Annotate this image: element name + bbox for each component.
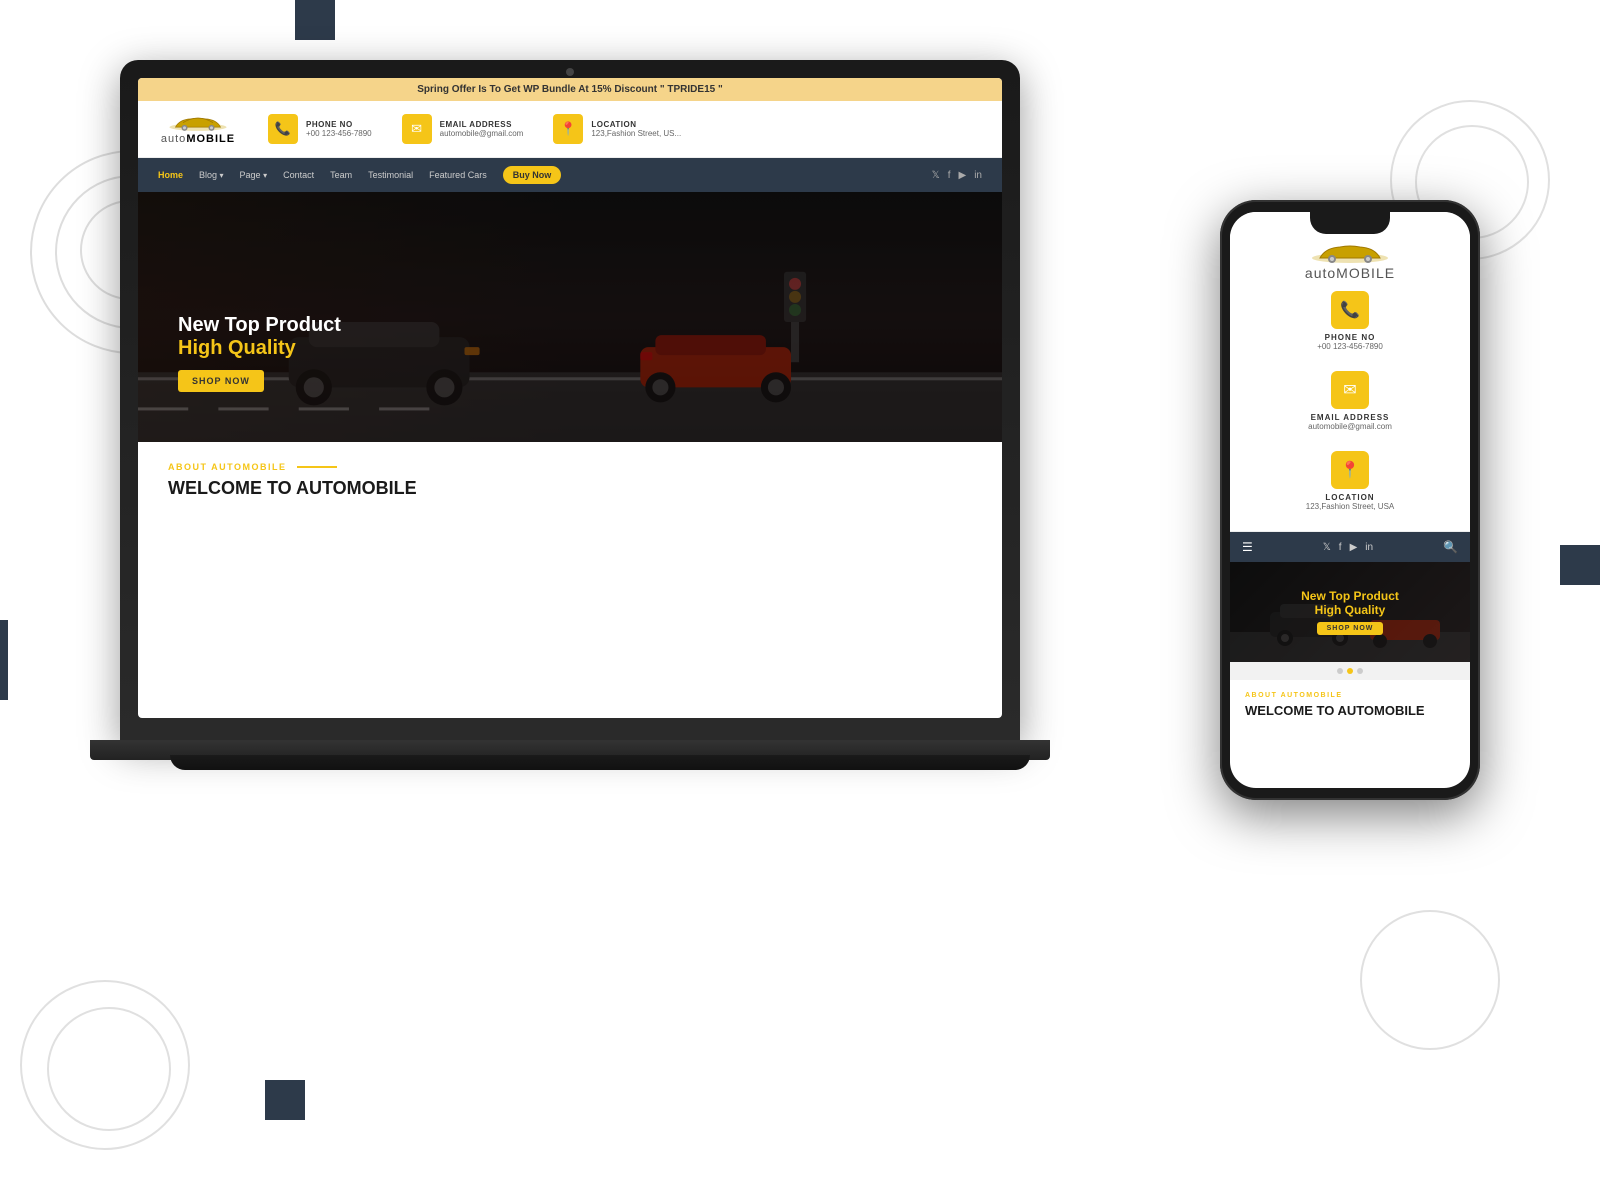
- phone-hero-title: New Top Product High Quality: [1301, 589, 1399, 617]
- email-value: automobile@gmail.com: [440, 129, 524, 138]
- phone-linkedin-icon[interactable]: in: [1365, 542, 1373, 553]
- twitter-icon[interactable]: 𝕏: [932, 170, 940, 181]
- phone-location-label: LOCATION: [1325, 493, 1374, 502]
- email-icon-box: ✉: [402, 114, 432, 144]
- logo-car-icon: [168, 113, 228, 133]
- phone-email-label: EMAIL ADDRESS: [1311, 413, 1390, 422]
- phone-icon-box: 📞: [268, 114, 298, 144]
- carousel-dot-1[interactable]: [1337, 668, 1343, 674]
- hero-shop-button[interactable]: SHOP NOW: [178, 370, 264, 392]
- phone-contact-text: PHONE NO +00 123-456-7890: [306, 120, 372, 138]
- phone-facebook-icon[interactable]: f: [1339, 542, 1342, 553]
- phone-email-value: automobile@gmail.com: [1308, 422, 1392, 431]
- phone-email-contact: ✉ EMAIL ADDRESS automobile@gmail.com: [1308, 361, 1392, 441]
- circle-group-4: [1360, 910, 1500, 1050]
- laptop-navigation: Home Blog ▾ Page ▾ Contact Team Testimon…: [138, 158, 1002, 192]
- hero-title-line2: High Quality: [178, 337, 341, 360]
- laptop-hero-content: New Top Product High Quality SHOP NOW: [178, 314, 341, 392]
- hero-title-highlight: Quality: [228, 337, 296, 359]
- phone-screen: autoMOBILE 📞 PHONE NO +00 123-456-7890 ✉…: [1230, 212, 1470, 788]
- phone-navigation-bar: ☰ 𝕏 f ▶ in 🔍: [1230, 532, 1470, 562]
- phone-phone-value: +00 123-456-7890: [1317, 342, 1383, 351]
- bg-square-3: [265, 1080, 305, 1120]
- location-contact-text: LOCATION 123,Fashion Street, US...: [591, 120, 681, 138]
- phone-notch: [1310, 212, 1390, 234]
- phone-about-section: ABOUT AUTOMOBILE WELCOME TO AUTOMOBILE: [1230, 680, 1470, 730]
- hamburger-menu-icon[interactable]: ☰: [1242, 540, 1253, 554]
- phone-body: autoMOBILE 📞 PHONE NO +00 123-456-7890 ✉…: [1220, 200, 1480, 800]
- laptop-screen: Spring Offer Is To Get WP Bundle At 15% …: [138, 78, 1002, 718]
- laptop-header: autoMOBILE 📞 PHONE NO +00 123-456-7890 ✉…: [138, 101, 1002, 158]
- phone-phone-contact: 📞 PHONE NO +00 123-456-7890: [1317, 281, 1383, 361]
- phone-carousel-dots: [1230, 662, 1470, 680]
- laptop-phone-contact: 📞 PHONE NO +00 123-456-7890: [268, 114, 372, 144]
- nav-contact[interactable]: Contact: [283, 170, 314, 180]
- promo-bar: Spring Offer Is To Get WP Bundle At 15% …: [138, 78, 1002, 101]
- laptop-hinge: [170, 755, 1030, 770]
- email-label: EMAIL ADDRESS: [440, 120, 524, 129]
- hero-title-line1: New Top Product: [178, 314, 341, 337]
- phone-device: autoMOBILE 📞 PHONE NO +00 123-456-7890 ✉…: [1220, 200, 1480, 800]
- phone-logo-text: autoMOBILE: [1305, 265, 1395, 281]
- location-value: 123,Fashion Street, US...: [591, 129, 681, 138]
- laptop-about-section: ABOUT AUTOMOBILE WELCOME TO AUTOMOBILE: [138, 442, 1002, 519]
- laptop-logo-text: autoMOBILE: [161, 133, 235, 145]
- laptop-email-contact: ✉ EMAIL ADDRESS automobile@gmail.com: [402, 114, 524, 144]
- phone-logo-section: autoMOBILE 📞 PHONE NO +00 123-456-7890 ✉…: [1230, 212, 1470, 532]
- linkedin-icon[interactable]: in: [974, 170, 982, 181]
- phone-email-icon: ✉: [1331, 371, 1369, 409]
- carousel-dot-2[interactable]: [1347, 668, 1353, 674]
- youtube-icon[interactable]: ▶: [959, 170, 967, 181]
- phone-hero-section: New Top Product High Quality SHOP NOW: [1230, 562, 1470, 662]
- nav-testimonial[interactable]: Testimonial: [368, 170, 413, 180]
- phone-value: +00 123-456-7890: [306, 129, 372, 138]
- phone-location-contact: 📍 LOCATION 123,Fashion Street, USA: [1306, 441, 1395, 521]
- phone-about-label: ABOUT AUTOMOBILE: [1245, 692, 1455, 699]
- location-icon-box: 📍: [553, 114, 583, 144]
- email-contact-text: EMAIL ADDRESS automobile@gmail.com: [440, 120, 524, 138]
- nav-blog[interactable]: Blog ▾: [199, 170, 224, 180]
- location-label: LOCATION: [591, 120, 681, 129]
- nav-buy-button[interactable]: Buy Now: [503, 166, 562, 184]
- nav-featured-cars[interactable]: Featured Cars: [429, 170, 487, 180]
- laptop-device: Spring Offer Is To Get WP Bundle At 15% …: [120, 60, 1020, 820]
- about-divider: [297, 466, 337, 468]
- promo-text: Spring Offer Is To Get WP Bundle At 15% …: [417, 84, 722, 95]
- phone-label: PHONE NO: [306, 120, 372, 129]
- circle-group-3: [20, 980, 190, 1150]
- phone-logo-car-icon: [1310, 240, 1390, 265]
- nav-page[interactable]: Page ▾: [240, 170, 268, 180]
- phone-youtube-icon[interactable]: ▶: [1350, 542, 1358, 553]
- bg-square-2: [1560, 545, 1600, 585]
- laptop-about-title: WELCOME TO AUTOMOBILE: [168, 478, 972, 499]
- phone-location-icon: 📍: [1331, 451, 1369, 489]
- phone-content: autoMOBILE 📞 PHONE NO +00 123-456-7890 ✉…: [1230, 212, 1470, 788]
- laptop-logo: autoMOBILE: [158, 113, 238, 145]
- phone-location-value: 123,Fashion Street, USA: [1306, 502, 1395, 511]
- nav-team[interactable]: Team: [330, 170, 352, 180]
- phone-twitter-icon[interactable]: 𝕏: [1323, 542, 1331, 553]
- laptop-hero-section: New Top Product High Quality SHOP NOW: [138, 192, 1002, 442]
- nav-home[interactable]: Home: [158, 170, 183, 180]
- laptop-body: Spring Offer Is To Get WP Bundle At 15% …: [120, 60, 1020, 740]
- bg-square-4: [0, 620, 8, 700]
- bg-square-1: [295, 0, 335, 40]
- laptop-about-label: ABOUT AUTOMOBILE: [168, 462, 972, 472]
- facebook-icon[interactable]: f: [948, 170, 951, 181]
- phone-phone-icon: 📞: [1331, 291, 1369, 329]
- phone-shop-button[interactable]: SHOP NOW: [1317, 622, 1384, 635]
- laptop-camera: [566, 68, 574, 76]
- phone-hero-content: New Top Product High Quality SHOP NOW: [1301, 589, 1399, 635]
- phone-social-links: 𝕏 f ▶ in: [1323, 542, 1373, 553]
- nav-social-links: 𝕏 f ▶ in: [932, 170, 982, 181]
- laptop-location-contact: 📍 LOCATION 123,Fashion Street, US...: [553, 114, 681, 144]
- phone-phone-label: PHONE NO: [1325, 333, 1376, 342]
- search-icon[interactable]: 🔍: [1443, 540, 1458, 554]
- phone-about-title: WELCOME TO AUTOMOBILE: [1245, 703, 1455, 718]
- carousel-dot-3[interactable]: [1357, 668, 1363, 674]
- hero-title-regular: High: [178, 337, 228, 359]
